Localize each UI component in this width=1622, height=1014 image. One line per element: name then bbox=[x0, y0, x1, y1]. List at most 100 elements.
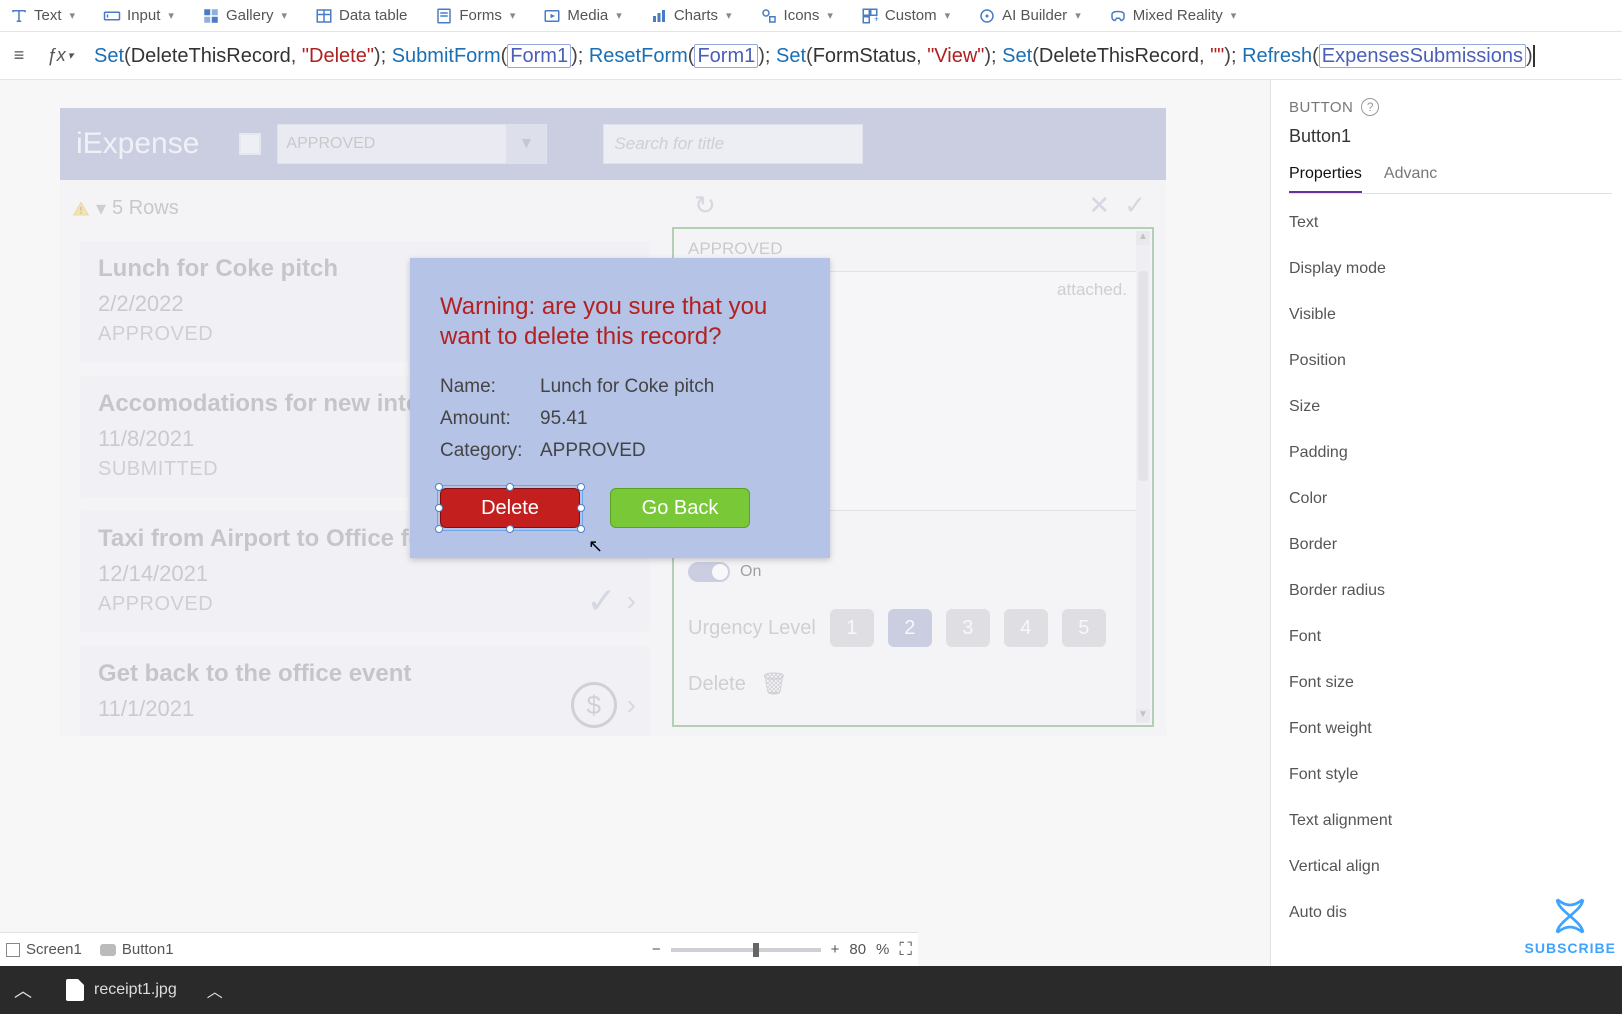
modal-details: Name: Lunch for Coke pitch Amount: 95.41… bbox=[440, 376, 800, 462]
property-row[interactable]: Border radius bbox=[1289, 582, 1612, 600]
property-row[interactable]: Vertical align bbox=[1289, 858, 1612, 876]
trash-icon[interactable]: 🗑 bbox=[760, 671, 788, 697]
toggle-value: On bbox=[740, 563, 761, 581]
status-dropdown[interactable]: APPROVED ▼ bbox=[277, 124, 547, 164]
level-4[interactable]: 4 bbox=[1004, 609, 1048, 647]
ribbon-label: Gallery bbox=[226, 7, 274, 24]
fx-icon[interactable]: ƒx▾ bbox=[38, 45, 82, 66]
item-status: APPROVED bbox=[98, 593, 632, 616]
chevron-down-icon[interactable]: ▾ bbox=[96, 196, 106, 221]
watermark-text: SUBSCRIBE bbox=[1525, 940, 1616, 956]
scroll-up-icon[interactable]: ▲ bbox=[1136, 231, 1150, 245]
check-icon[interactable]: ✓ bbox=[1124, 190, 1146, 221]
ribbon-label: Input bbox=[127, 7, 160, 24]
ribbon-gallery[interactable]: Gallery▾ bbox=[202, 7, 287, 25]
level-5[interactable]: 5 bbox=[1062, 609, 1106, 647]
chevron-up-icon[interactable]: ︿ bbox=[14, 977, 32, 1003]
close-icon[interactable]: ✕ bbox=[1088, 190, 1110, 221]
zoom-slider[interactable] bbox=[671, 948, 821, 952]
property-row[interactable]: Size bbox=[1289, 398, 1612, 416]
attach-text: attached. bbox=[1057, 280, 1127, 300]
chevron-down-icon: ▾ bbox=[510, 9, 516, 22]
property-row[interactable]: Font weight bbox=[1289, 720, 1612, 738]
goback-button[interactable]: Go Back bbox=[610, 488, 750, 528]
property-row[interactable]: Position bbox=[1289, 352, 1612, 370]
formula-input[interactable]: Set(DeleteThisRecord, "Delete"); SubmitF… bbox=[90, 37, 1614, 74]
chevron-up-icon[interactable]: ︿ bbox=[207, 978, 223, 1002]
filter-checkbox[interactable] bbox=[239, 133, 261, 155]
zoom-out-icon[interactable]: − bbox=[652, 941, 661, 958]
app-canvas: iExpense APPROVED ▼ Search for title ▾ 5… bbox=[60, 108, 1166, 736]
property-list: Text Display mode Visible Position Size Paddi… bbox=[1289, 214, 1612, 922]
ai-icon bbox=[978, 7, 996, 25]
search-input[interactable]: Search for title bbox=[603, 124, 863, 164]
properties-pane: BUTTON ? Button1 Properties Advanc TextD… bbox=[1270, 80, 1622, 1014]
chevron-down-icon: ▾ bbox=[1075, 9, 1081, 22]
zoom-controls: − + 80 % ⛶ bbox=[652, 939, 912, 960]
download-item[interactable]: receipt1.jpg ︿ bbox=[52, 972, 237, 1008]
breadcrumb-control[interactable]: Button1 bbox=[100, 941, 174, 958]
level-3[interactable]: 3 bbox=[946, 609, 990, 647]
list-item[interactable]: Get back to the office event 11/1/2021 $… bbox=[80, 646, 650, 736]
check-icon[interactable]: ✓ bbox=[587, 580, 617, 622]
ribbon-aibuilder[interactable]: AI Builder▾ bbox=[978, 7, 1081, 25]
scroll-down-icon[interactable]: ▼ bbox=[1136, 709, 1150, 723]
property-row[interactable]: Text bbox=[1289, 214, 1612, 232]
ribbon-charts[interactable]: Charts▾ bbox=[650, 7, 732, 25]
modal-buttons: Delete Go Back bbox=[440, 488, 800, 528]
formula-menu-icon[interactable]: ≡ bbox=[8, 45, 30, 66]
delete-button[interactable]: Delete bbox=[440, 488, 580, 528]
property-row[interactable]: Font size bbox=[1289, 674, 1612, 692]
cursor-icon: ↖ bbox=[588, 536, 603, 557]
property-row[interactable]: Color bbox=[1289, 490, 1612, 508]
ribbon-input[interactable]: Input▾ bbox=[103, 7, 174, 25]
level-1[interactable]: 1 bbox=[830, 609, 874, 647]
chevron-right-icon[interactable]: › bbox=[627, 689, 636, 721]
property-row[interactable]: Font style bbox=[1289, 766, 1612, 784]
tab-advanced[interactable]: Advanc bbox=[1384, 165, 1437, 193]
property-row[interactable]: Padding bbox=[1289, 444, 1612, 462]
ribbon-label: Icons bbox=[784, 7, 820, 24]
text-icon bbox=[10, 7, 28, 25]
help-icon[interactable]: ? bbox=[1361, 98, 1379, 116]
ribbon-icons[interactable]: Icons ▾ bbox=[760, 7, 833, 25]
zoom-in-icon[interactable]: + bbox=[831, 941, 840, 958]
property-row[interactable]: Display mode bbox=[1289, 260, 1612, 278]
tab-properties[interactable]: Properties bbox=[1289, 165, 1362, 193]
chevron-down-icon: ▾ bbox=[827, 9, 833, 22]
search-placeholder: Search for title bbox=[614, 134, 724, 154]
property-row[interactable]: Border bbox=[1289, 536, 1612, 554]
ribbon-custom[interactable]: + Custom▾ bbox=[861, 7, 950, 25]
level-2[interactable]: 2 bbox=[888, 609, 932, 647]
chevron-down-icon: ▾ bbox=[616, 9, 622, 22]
property-row[interactable]: Font bbox=[1289, 628, 1612, 646]
form-header: ↻ ✕ ✓ bbox=[672, 188, 1154, 227]
scroll-thumb[interactable] bbox=[1138, 271, 1148, 481]
ribbon-text[interactable]: Text▾ bbox=[10, 7, 75, 25]
control-name[interactable]: Button1 bbox=[1289, 126, 1612, 147]
expand-icon[interactable]: ⛶ bbox=[899, 939, 912, 960]
dollar-icon[interactable]: $ bbox=[571, 682, 617, 728]
delete-row: Delete 🗑 bbox=[688, 671, 1138, 697]
ribbon-datatable[interactable]: Data table bbox=[315, 7, 407, 25]
property-row[interactable]: Visible bbox=[1289, 306, 1612, 324]
breadcrumb-label: Screen1 bbox=[26, 941, 82, 958]
chevron-right-icon[interactable]: › bbox=[627, 585, 636, 617]
refresh-icon[interactable]: ↻ bbox=[680, 190, 716, 221]
form-scrollbar[interactable]: ▲ ▼ bbox=[1136, 231, 1150, 723]
ribbon-media[interactable]: Media▾ bbox=[543, 7, 621, 25]
ribbon-mixedreality[interactable]: Mixed Reality▾ bbox=[1109, 7, 1237, 25]
screen-icon bbox=[6, 943, 20, 957]
chevron-down-icon: ▼ bbox=[506, 125, 546, 163]
rows-header: ▾ 5 Rows bbox=[60, 190, 650, 227]
property-row[interactable]: Text alignment bbox=[1289, 812, 1612, 830]
charts-icon bbox=[650, 7, 668, 25]
custom-icon: + bbox=[861, 7, 879, 25]
gallery-icon bbox=[202, 7, 220, 25]
download-bar: ︿ receipt1.jpg ︿ bbox=[0, 966, 1622, 1014]
app-title: iExpense bbox=[76, 127, 199, 161]
modal-category-label: Category: bbox=[440, 440, 540, 462]
urgent-toggle[interactable]: On bbox=[688, 562, 761, 582]
ribbon-forms[interactable]: Forms▾ bbox=[435, 7, 515, 25]
breadcrumb-screen[interactable]: Screen1 bbox=[6, 941, 82, 958]
